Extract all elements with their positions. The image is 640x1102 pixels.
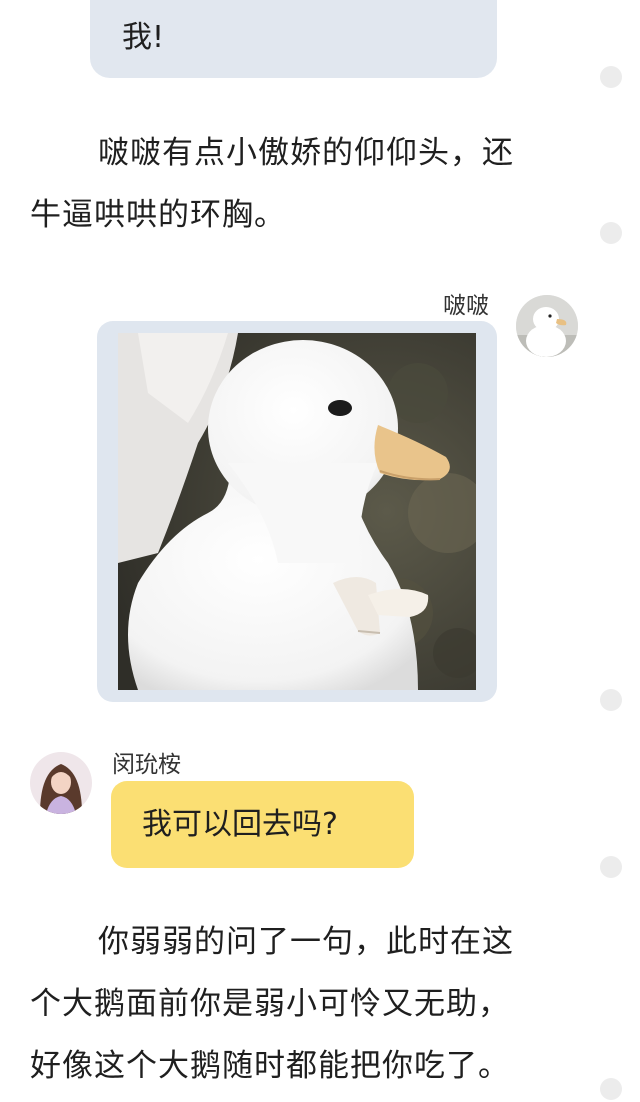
chat-bubble-reply: 我可以回去吗? [111, 781, 414, 868]
narration-line: 好像这个大鹅随时都能把你吃了。 [30, 1048, 510, 1084]
narration-line: 啵啵有点小傲娇的仰仰头，还 [98, 135, 514, 171]
gutter-dot [600, 689, 622, 711]
chat-bubble-text: 我! [122, 20, 165, 55]
narration-paragraph: 啵啵有点小傲娇的仰仰头，还 牛逼哄哄的环胸。 [30, 122, 590, 246]
image-message-bubble[interactable] [97, 321, 497, 702]
chat-story-page: 我! 啵啵有点小傲娇的仰仰头，还 牛逼哄哄的环胸。 啵啵 闵玧桉 我可以回去吗?… [0, 0, 640, 1102]
narration-paragraph: 你弱弱的问了一句，此时在这 个大鹅面前你是弱小可怜又无助， 好像这个大鹅随时都能… [30, 911, 590, 1097]
narration-line: 个大鹅面前你是弱小可怜又无助， [30, 986, 510, 1022]
narration-line: 牛逼哄哄的环胸。 [30, 197, 286, 233]
girl-avatar[interactable] [30, 752, 92, 814]
reply-sender-name: 闵玧桉 [112, 752, 181, 778]
duck-avatar[interactable] [516, 295, 578, 357]
gutter-dot [600, 1078, 622, 1100]
chat-bubble-previous: 我! [90, 0, 497, 78]
duck-sticker-image[interactable] [118, 333, 476, 690]
narration-line: 你弱弱的问了一句，此时在这 [98, 924, 514, 960]
gutter-dot [600, 66, 622, 88]
chat-bubble-text: 我可以回去吗? [142, 806, 338, 842]
sender-name: 啵啵 [443, 293, 489, 319]
gutter-dot [600, 222, 622, 244]
gutter-dot [600, 856, 622, 878]
